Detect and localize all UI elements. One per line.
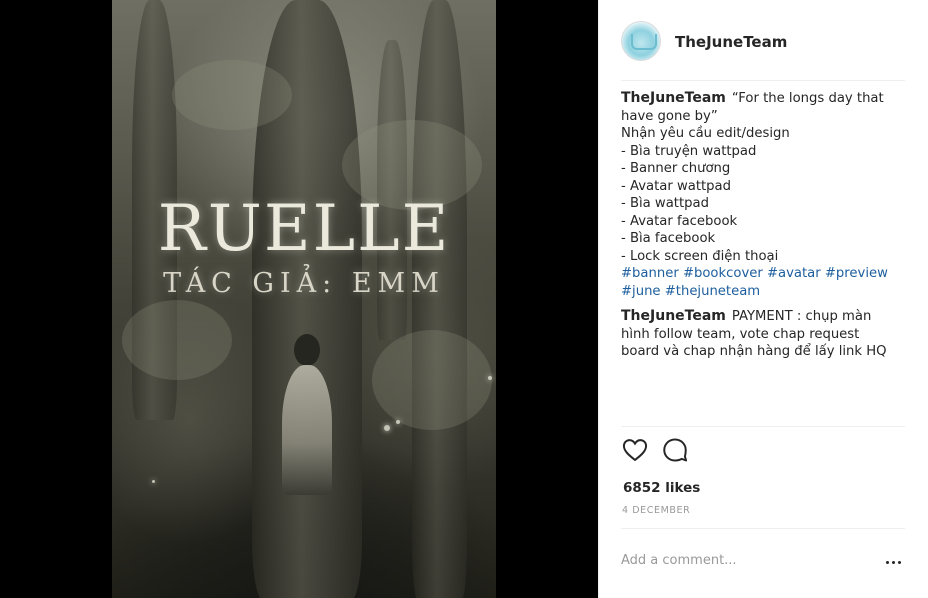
post-media: RUELLE TÁC GIẢ: EMM [0, 0, 598, 598]
book-cover-image[interactable]: RUELLE TÁC GIẢ: EMM [112, 0, 496, 598]
comment-divider [621, 528, 905, 529]
sparkle [152, 480, 155, 483]
tree-trunk [412, 0, 467, 598]
foliage [122, 300, 232, 380]
comment-item: TheJuneTeam PAYMENT : chụp màn hình follo… [621, 308, 891, 361]
caption-hashtags[interactable]: #banner #bookcover #avatar #preview #jun… [621, 266, 888, 299]
comments-section: TheJuneTeam “For the longs day that have … [621, 90, 891, 369]
comment-bubble-icon[interactable] [661, 436, 691, 466]
foliage [372, 330, 492, 430]
more-dot [898, 561, 901, 564]
comment-username[interactable]: TheJuneTeam [621, 308, 726, 324]
post-actions [621, 436, 821, 468]
cover-subtitle: TÁC GIẢ: EMM [163, 268, 445, 299]
add-comment-input[interactable]: Add a comment... [621, 553, 737, 568]
post-date[interactable]: 4 December [622, 505, 690, 516]
sparkle [396, 420, 400, 424]
avatar[interactable] [621, 21, 661, 61]
more-dot [886, 561, 889, 564]
more-options-icon[interactable] [884, 552, 904, 572]
figure-head [294, 334, 320, 366]
caption-text: “For the longs day that have gone by” Nh… [621, 91, 884, 264]
figure-body [282, 365, 332, 495]
likes-count[interactable]: 6852 likes [623, 480, 700, 496]
cover-title: RUELLE [157, 192, 451, 266]
post-details-panel: TheJuneTeam TheJuneTeam “For the longs da… [598, 0, 928, 598]
more-dot [892, 561, 895, 564]
caption: TheJuneTeam “For the longs day that have … [621, 90, 891, 300]
sparkle [384, 425, 390, 431]
author-username[interactable]: TheJuneTeam [675, 33, 787, 51]
actions-divider [621, 426, 905, 427]
foliage [172, 60, 292, 130]
post-header: TheJuneTeam [599, 0, 928, 80]
header-divider [621, 80, 905, 81]
sparkle [488, 376, 492, 380]
avatar-logo [631, 34, 657, 50]
heart-icon[interactable] [621, 436, 651, 466]
caption-username[interactable]: TheJuneTeam [621, 90, 726, 106]
